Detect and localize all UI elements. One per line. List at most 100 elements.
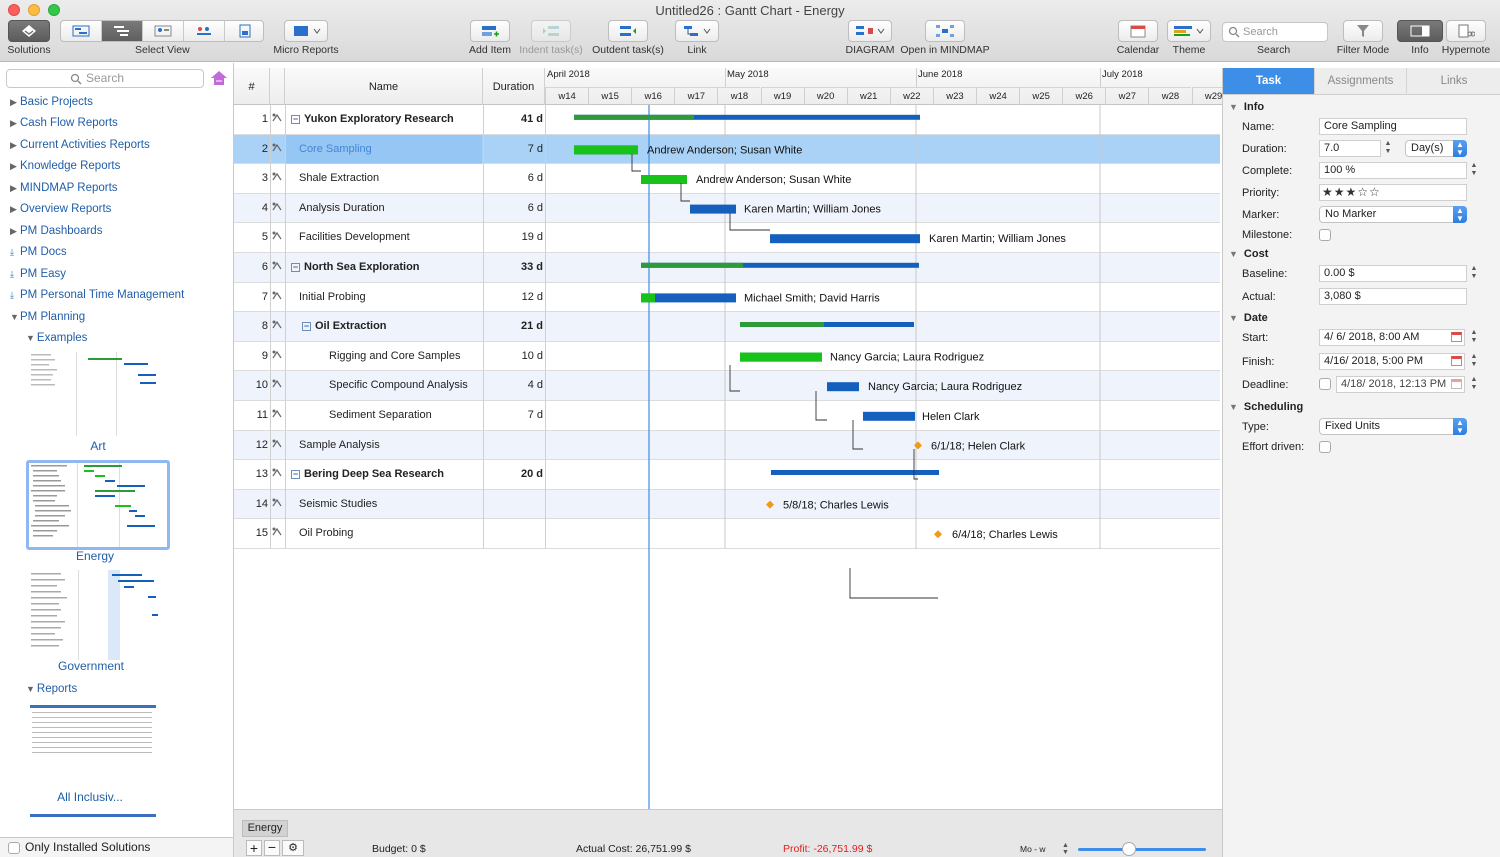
solutions-home-icon[interactable]	[210, 69, 228, 87]
deadline-date-field[interactable]: 4/18/ 2018, 12:13 PM	[1336, 376, 1465, 393]
view-gantt-chart-button[interactable]	[102, 21, 143, 41]
view-dashboard-button[interactable]	[225, 21, 263, 41]
complete-field[interactable]: 100 %	[1319, 162, 1467, 179]
sidebar-item-pm-docs[interactable]: ⤓ PM Docs	[10, 246, 67, 258]
column-header-duration[interactable]: Duration	[483, 68, 545, 105]
indent-button[interactable]	[531, 20, 571, 42]
duration-cell[interactable]: 33 d	[483, 261, 543, 273]
calendar-icon[interactable]	[1451, 356, 1462, 366]
sidebar-item-knowledge-reports[interactable]: ▶ Knowledge Reports	[10, 160, 120, 172]
outdent-button[interactable]	[608, 20, 648, 42]
star-rating-icons[interactable]: ★★★☆☆	[1322, 185, 1381, 200]
task-name-cell[interactable]: Rigging and Core Samples	[329, 350, 460, 362]
milestone-checkbox[interactable]	[1319, 229, 1331, 241]
sidebar-item-mindmap-reports[interactable]: ▶ MINDMAP Reports	[10, 182, 118, 194]
link-button[interactable]	[675, 20, 719, 42]
task-name-cell[interactable]: − Oil Extraction	[302, 320, 387, 332]
solutions-button[interactable]	[8, 20, 50, 42]
duration-cell[interactable]: 4 d	[483, 379, 543, 391]
column-header-name[interactable]: Name	[285, 68, 483, 105]
duration-cell[interactable]: 7 d	[483, 409, 543, 421]
sidebar-item-basic-projects[interactable]: ▶ Basic Projects	[10, 96, 93, 108]
theme-button[interactable]	[1167, 20, 1211, 42]
baseline-stepper[interactable]: ▲ ▼	[1469, 265, 1479, 282]
template-thumbnail-energy[interactable]	[26, 460, 170, 550]
actual-cost-field[interactable]: 3,080 $	[1319, 288, 1467, 305]
view-resources-button[interactable]	[143, 21, 184, 41]
tab-assignments[interactable]: Assignments	[1314, 68, 1406, 95]
deadline-checkbox[interactable]	[1319, 378, 1331, 390]
section-scheduling[interactable]: ▼ Scheduling	[1229, 401, 1303, 413]
duration-cell[interactable]: 41 d	[483, 113, 543, 125]
section-date[interactable]: ▼ Date	[1229, 312, 1268, 324]
sidebar-item-current-activities-reports[interactable]: ▶ Current Activities Reports	[10, 139, 150, 151]
priority-rating[interactable]: ★★★☆☆	[1319, 184, 1467, 201]
finish-date-field[interactable]: 4/16/ 2018, 5:00 PM	[1319, 353, 1465, 370]
diagram-button[interactable]	[848, 20, 892, 42]
marker-select[interactable]: No Marker ▲ ▼	[1319, 206, 1467, 223]
collapse-icon[interactable]: −	[291, 115, 300, 124]
complete-stepper[interactable]: ▲ ▼	[1469, 162, 1479, 179]
task-name-cell[interactable]: Sediment Separation	[329, 409, 432, 421]
task-name-cell[interactable]: − North Sea Exploration	[291, 261, 420, 273]
report-thumbnail-next[interactable]	[30, 814, 156, 817]
task-name-cell[interactable]: Specific Compound Analysis	[329, 379, 468, 391]
sidebar-group-reports[interactable]: ▼ Reports	[26, 683, 77, 695]
zoom-stepper[interactable]: ▲ ▼	[1062, 842, 1072, 856]
view-team-button[interactable]	[184, 21, 225, 41]
duration-cell[interactable]: 21 d	[483, 320, 543, 332]
sidebar-search-input[interactable]: Search	[6, 69, 204, 88]
duration-cell[interactable]: 6 d	[483, 202, 543, 214]
task-name-cell[interactable]: Analysis Duration	[299, 202, 385, 214]
tab-links[interactable]: Links	[1406, 68, 1500, 95]
task-name-cell[interactable]: − Bering Deep Sea Research	[291, 468, 444, 480]
task-name-cell[interactable]: − Yukon Exploratory Research	[291, 113, 454, 125]
task-name-cell[interactable]: Initial Probing	[299, 291, 366, 303]
deadline-stepper[interactable]: ▲ ▼	[1469, 376, 1479, 393]
duration-cell[interactable]: 10 d	[483, 350, 543, 362]
collapse-icon[interactable]: −	[291, 263, 300, 272]
column-header-number[interactable]: #	[234, 68, 270, 105]
remove-sheet-button[interactable]: −	[264, 840, 280, 856]
sidebar-item-pm-personal-time-management[interactable]: ⤓ PM Personal Time Management	[10, 289, 184, 301]
start-date-stepper[interactable]: ▲ ▼	[1469, 329, 1479, 346]
sheet-tab-energy[interactable]: Energy	[242, 820, 288, 837]
zoom-slider-track[interactable]	[1078, 848, 1206, 851]
info-button[interactable]	[1397, 20, 1443, 42]
section-info[interactable]: ▼ Info	[1229, 101, 1264, 113]
report-thumbnail-all-inclusive[interactable]	[28, 703, 158, 763]
task-name-cell[interactable]: Oil Probing	[299, 527, 353, 539]
duration-cell[interactable]: 20 d	[483, 468, 543, 480]
hypernote-button[interactable]	[1446, 20, 1486, 42]
task-type-select[interactable]: Fixed Units ▲ ▼	[1319, 418, 1467, 435]
micro-reports-button[interactable]	[284, 20, 328, 42]
column-header-indicator[interactable]	[270, 68, 285, 105]
task-name-cell[interactable]: Facilities Development	[299, 231, 410, 243]
baseline-field[interactable]: 0.00 $	[1319, 265, 1467, 282]
sidebar-group-examples[interactable]: ▼ Examples	[26, 332, 87, 344]
section-cost[interactable]: ▼ Cost	[1229, 248, 1268, 260]
sidebar-item-pm-dashboards[interactable]: ▶ PM Dashboards	[10, 225, 102, 237]
duration-field[interactable]: 7.0	[1319, 140, 1381, 157]
sidebar-item-cash-flow-reports[interactable]: ▶ Cash Flow Reports	[10, 117, 118, 129]
duration-cell[interactable]: 7 d	[483, 143, 543, 155]
sidebar-item-pm-easy[interactable]: ⤓ PM Easy	[10, 268, 66, 280]
select-view-segmented[interactable]	[60, 20, 264, 42]
zoom-slider-knob[interactable]	[1122, 842, 1136, 856]
add-sheet-button[interactable]: +	[246, 840, 262, 856]
calendar-icon[interactable]	[1451, 332, 1462, 342]
task-name-cell[interactable]: Shale Extraction	[299, 172, 379, 184]
template-thumbnail-government[interactable]	[28, 570, 158, 660]
tab-task[interactable]: Task	[1223, 68, 1314, 95]
calendar-icon[interactable]	[1451, 379, 1462, 389]
collapse-icon[interactable]: −	[302, 322, 311, 332]
sheet-options-button[interactable]: ⚙	[282, 840, 304, 856]
template-thumbnail-art[interactable]	[28, 352, 158, 436]
task-name-cell[interactable]: Sample Analysis	[299, 439, 380, 451]
task-name-cell[interactable]: Seismic Studies	[299, 498, 377, 510]
finish-date-stepper[interactable]: ▲ ▼	[1469, 353, 1479, 370]
open-mindmap-button[interactable]	[925, 20, 965, 42]
effort-driven-checkbox[interactable]	[1319, 441, 1331, 453]
calendar-button[interactable]	[1118, 20, 1158, 42]
duration-cell[interactable]: 19 d	[483, 231, 543, 243]
